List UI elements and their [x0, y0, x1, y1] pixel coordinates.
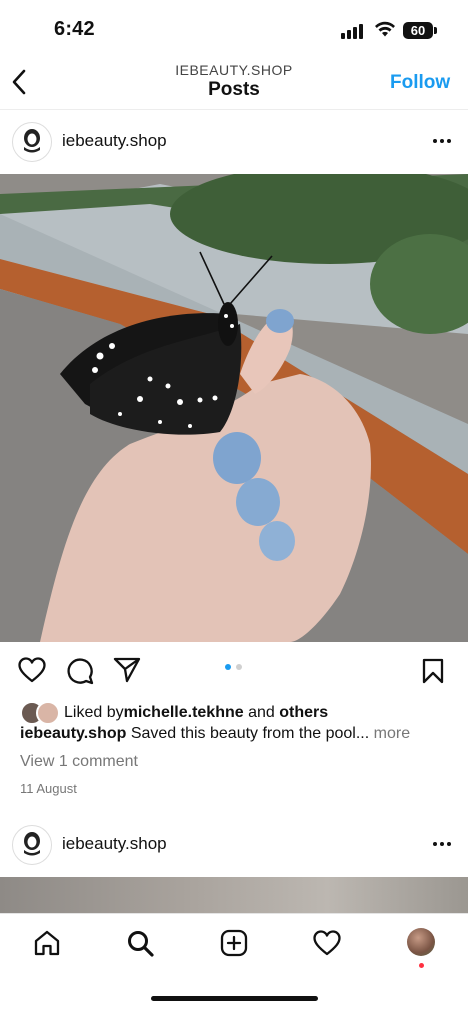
- like-button[interactable]: [18, 657, 46, 688]
- tab-profile-avatar[interactable]: [407, 928, 435, 956]
- battery-nub: [434, 27, 437, 34]
- bookmark-icon: [422, 658, 444, 684]
- liker-username[interactable]: michelle.tekhne: [124, 704, 244, 722]
- likes-others-link[interactable]: others: [279, 704, 328, 722]
- heart-icon: [18, 657, 46, 683]
- post-avatar[interactable]: [12, 122, 52, 162]
- liker-avatar: [36, 701, 60, 725]
- caption-more-link[interactable]: more: [369, 725, 410, 742]
- save-button[interactable]: [422, 658, 444, 689]
- heart-icon: [313, 930, 341, 956]
- follow-button[interactable]: Follow: [390, 72, 450, 94]
- tab-create[interactable]: [220, 929, 248, 962]
- brand-logo-icon: [24, 832, 40, 856]
- post-username[interactable]: iebeauty.shop: [62, 834, 167, 854]
- carousel-dot: [236, 664, 242, 670]
- carousel-dot-active: [225, 664, 231, 670]
- tab-search[interactable]: [126, 929, 154, 962]
- home-icon: [34, 930, 60, 956]
- battery-icon: 60: [403, 22, 433, 39]
- comment-button[interactable]: [66, 657, 94, 690]
- home-indicator: [151, 996, 318, 1001]
- share-button[interactable]: [113, 657, 141, 688]
- tab-activity[interactable]: [313, 930, 341, 961]
- header-divider: [0, 109, 468, 110]
- more-options-icon[interactable]: [433, 139, 451, 143]
- search-icon: [128, 931, 154, 957]
- cellular-signal-icon: [341, 24, 363, 39]
- post-date: 11 August: [20, 781, 77, 796]
- brand-logo-icon: [24, 129, 40, 153]
- tab-home[interactable]: [33, 929, 61, 962]
- send-icon: [113, 657, 141, 683]
- add-post-icon: [220, 929, 248, 957]
- carousel-indicator: [225, 664, 242, 670]
- likes-line[interactable]: Liked by michelle.tekhne and others: [20, 701, 328, 725]
- notification-dot: [419, 963, 424, 968]
- likes-mid: and: [243, 704, 280, 721]
- post-username[interactable]: iebeauty.shop: [62, 131, 167, 151]
- more-options-icon[interactable]: [433, 842, 451, 846]
- comment-bubble-icon: [67, 658, 94, 685]
- post-avatar[interactable]: [12, 825, 52, 865]
- status-time: 6:42: [54, 18, 95, 40]
- post-photo[interactable]: [0, 174, 468, 642]
- caption-text: Saved this beauty from the pool...: [126, 725, 370, 742]
- post-photo[interactable]: [0, 877, 468, 917]
- post-caption: iebeauty.shop Saved this beauty from the…: [20, 725, 460, 743]
- view-comments-link[interactable]: View 1 comment: [20, 753, 138, 771]
- caption-username[interactable]: iebeauty.shop: [20, 725, 126, 742]
- wifi-icon: [373, 20, 397, 43]
- likes-prefix: Liked by: [64, 704, 124, 721]
